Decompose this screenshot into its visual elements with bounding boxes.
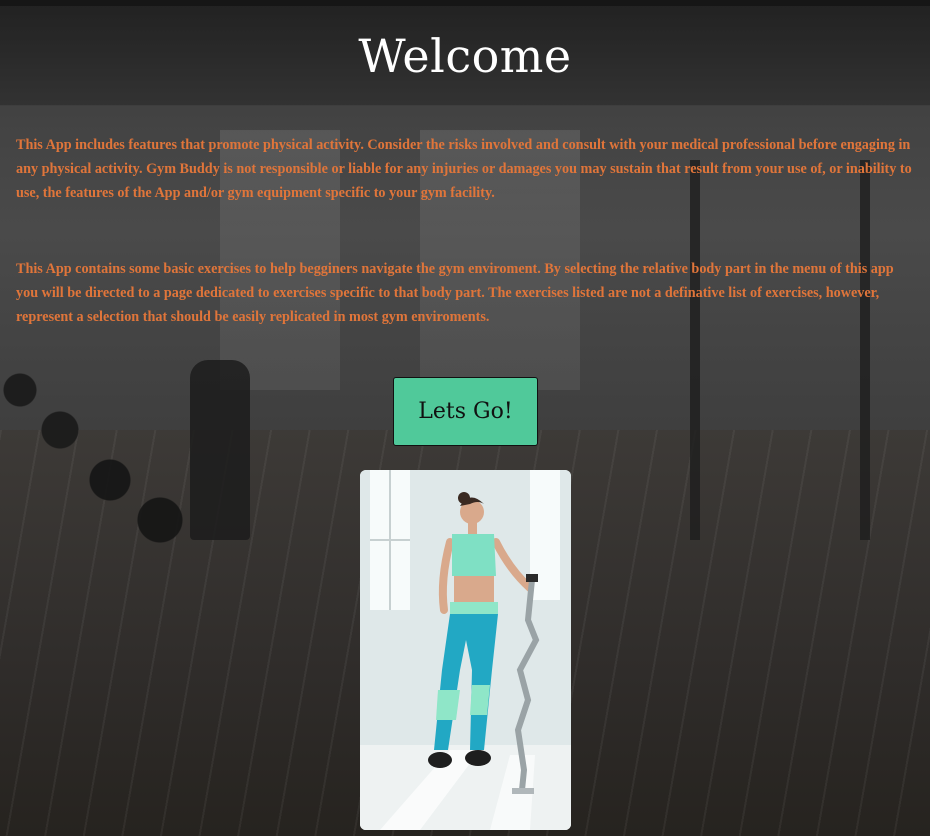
page-header: Welcome — [0, 6, 930, 106]
hero-image — [360, 470, 571, 830]
intro-section: This App includes features that promote … — [16, 133, 912, 329]
welcome-page: Welcome This App includes features that … — [0, 0, 930, 836]
lets-go-button[interactable]: Lets Go! — [393, 377, 538, 446]
woman-with-barbell-illustration — [360, 470, 571, 830]
disclaimer-text: This App includes features that promote … — [16, 137, 912, 201]
weight-bench — [190, 360, 250, 540]
intro-text: This App contains some basic exercises t… — [16, 261, 894, 325]
page-title: Welcome — [358, 28, 572, 83]
